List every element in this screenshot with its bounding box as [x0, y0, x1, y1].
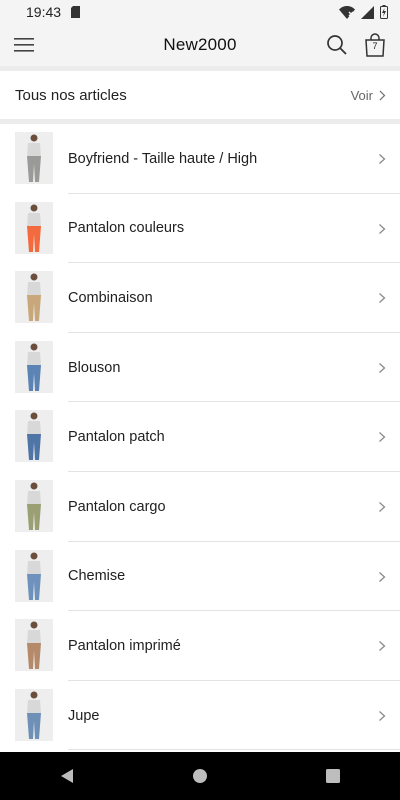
- category-label: Pantalon imprimé: [68, 637, 181, 654]
- see-all-label: Voir: [350, 87, 373, 103]
- category-list-item[interactable]: Combinaison: [0, 263, 400, 333]
- category-list-item[interactable]: Pantalon couleurs: [0, 194, 400, 264]
- menu-button[interactable]: [14, 35, 34, 55]
- category-label: Pantalon couleurs: [68, 220, 185, 237]
- back-button[interactable]: [47, 756, 87, 796]
- status-icons: [339, 5, 388, 19]
- app-bar: New2000 7: [0, 24, 400, 66]
- search-button[interactable]: [326, 34, 348, 56]
- category-label: Chemise: [68, 568, 126, 585]
- sd-card-icon: [71, 6, 81, 18]
- category-label: Pantalon cargo: [68, 498, 166, 515]
- category-thumbnail: [15, 479, 53, 532]
- chevron-right-icon: [378, 500, 386, 512]
- recents-square-icon: [326, 769, 341, 783]
- category-label: Combinaison: [68, 289, 153, 306]
- category-thumbnail: [15, 271, 53, 324]
- home-circle-icon: [192, 769, 207, 783]
- all-articles-row[interactable]: Tous nos articles Voir: [0, 71, 400, 119]
- category-thumbnail: [15, 619, 53, 672]
- cart-count-badge: 7: [372, 41, 378, 51]
- row-divider: [68, 749, 400, 751]
- category-label: Blouson: [68, 359, 121, 376]
- cart-button[interactable]: 7: [364, 33, 386, 57]
- category-list-item[interactable]: Blouson: [0, 333, 400, 403]
- category-list: Boyfriend - Taille haute / High Pantalon …: [0, 124, 400, 751]
- page-title: New2000: [163, 35, 237, 54]
- chevron-right-icon: [378, 570, 386, 582]
- search-icon: [327, 35, 347, 55]
- chevron-right-icon: [379, 90, 386, 100]
- chevron-right-icon: [378, 361, 386, 373]
- system-nav-bar: [0, 752, 400, 800]
- category-thumbnail: [15, 410, 53, 463]
- category-list-item[interactable]: Pantalon patch: [0, 402, 400, 472]
- chevron-right-icon: [378, 639, 386, 652]
- hamburger-menu-icon: [14, 38, 34, 52]
- recents-button[interactable]: [313, 756, 353, 796]
- category-thumbnail: [15, 340, 53, 393]
- chevron-right-icon: [378, 152, 386, 164]
- category-list-item[interactable]: Jupe: [0, 681, 400, 751]
- category-list-item[interactable]: Pantalon imprimé: [0, 611, 400, 681]
- category-thumbnail: [15, 201, 53, 254]
- status-bar: 19:43: [0, 0, 400, 24]
- category-label: Boyfriend - Taille haute / High: [68, 150, 258, 167]
- see-all-link[interactable]: Voir: [351, 88, 386, 103]
- category-list-item[interactable]: Chemise: [0, 542, 400, 612]
- chevron-right-icon: [378, 709, 386, 721]
- signal-icon: [361, 5, 374, 19]
- battery-icon: [380, 5, 388, 19]
- category-list-item[interactable]: Pantalon cargo: [0, 472, 400, 542]
- category-thumbnail: [15, 688, 53, 741]
- category-list-item[interactable]: Boyfriend - Taille haute / High: [0, 124, 400, 194]
- category-thumbnail: [15, 132, 53, 184]
- category-thumbnail: [15, 549, 53, 602]
- category-label: Jupe: [68, 707, 100, 724]
- status-time: 19:43: [26, 4, 62, 20]
- all-articles-label: Tous nos articles: [15, 86, 127, 104]
- chevron-right-icon: [378, 291, 386, 304]
- chevron-right-icon: [378, 222, 386, 234]
- home-button[interactable]: [180, 756, 220, 796]
- chevron-right-icon: [378, 430, 386, 443]
- wifi-icon: [339, 5, 355, 19]
- back-triangle-icon: [60, 769, 73, 783]
- category-label: Pantalon patch: [68, 429, 165, 446]
